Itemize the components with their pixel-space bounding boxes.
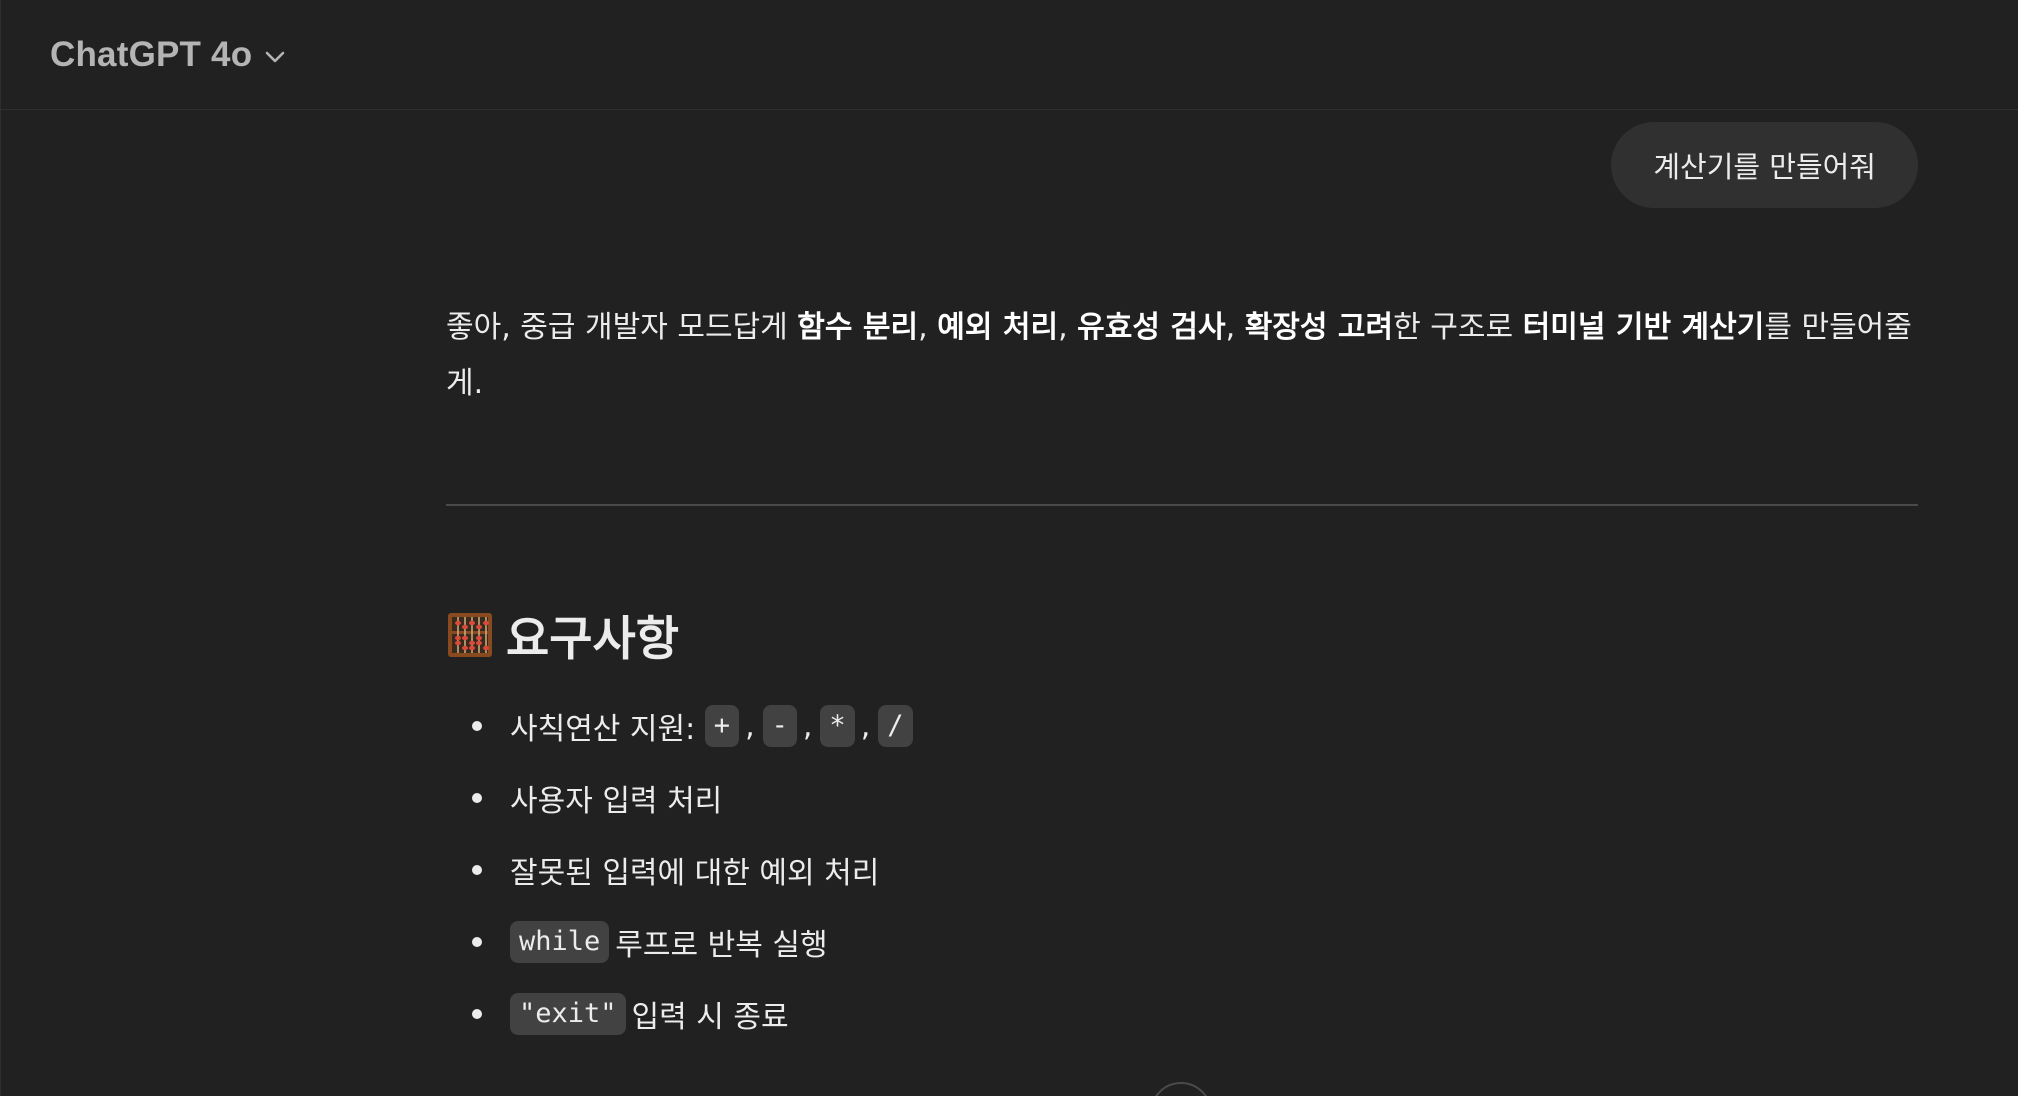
separator: , [860,708,871,744]
model-name: ChatGPT 4o [50,35,253,74]
intro-text-2: , [918,310,938,345]
intro-bold-3: 유효성 검사 [1077,310,1226,345]
bullet [472,865,482,875]
inline-code: / [878,705,913,747]
intro-text-3: , [1058,310,1078,345]
intro-text-5: 한 구조로 [1393,310,1523,345]
user-message-text: 계산기를 만들어줘 [1653,150,1876,184]
intro-bold-1: 함수 분리 [797,310,919,345]
intro-bold-4: 확장성 고려 [1244,310,1394,345]
inline-code: while [510,921,610,963]
bullet [472,1009,482,1019]
intro-text-1: 좋아, 중급 개발자 모드답게 [446,310,798,345]
bullet [472,721,482,731]
separator: , [802,708,813,744]
section-heading: 요구사항 [446,600,679,669]
inline-code: + [704,705,740,747]
intro-bold-5: 터미널 기반 계산기 [1522,310,1765,345]
list-item: 잘못된 입력에 대한 예외 처리 [446,834,919,906]
list-item-text: 입력 시 종료 [631,1000,789,1035]
inline-code: "exit" [510,993,626,1035]
list-item: 사용자 입력 처리 [446,762,919,834]
horizontal-rule [446,504,1918,506]
list-item-text: 루프로 반복 실행 [615,928,828,963]
chevron-down-icon [262,44,288,70]
bullet [472,793,482,803]
list-item: 사칙연산 지원: +, -, *, / [446,690,919,762]
chat-app: ChatGPT 4o 계산기를 만들어줘 좋아, 중급 개발자 모드답게 함수 … [0,0,2018,1096]
bullet [472,937,482,947]
intro-bold-2: 예외 처리 [937,310,1059,345]
inline-code: - [762,705,797,747]
top-bar: ChatGPT 4o [0,0,2018,110]
inline-code: * [820,705,855,747]
requirements-list: 사칙연산 지원: +, -, *, / 사용자 입력 처리 잘못된 입력에 대한 예외… [446,690,919,1050]
list-item-text: 잘못된 입력에 대한 예외 처리 [510,856,880,891]
list-item-text: 사용자 입력 처리 [510,784,723,819]
list-item-text: 사칙연산 지원: [510,712,696,747]
separator: , [745,708,755,744]
user-message-bubble: 계산기를 만들어줘 [1611,122,1918,208]
assistant-intro-paragraph: 좋아, 중급 개발자 모드답게 함수 분리, 예외 처리, 유효성 검사, 확장… [446,300,1918,412]
conversation: 계산기를 만들어줘 좋아, 중급 개발자 모드답게 함수 분리, 예외 처리, … [0,110,2018,1096]
abacus-icon [446,611,494,659]
list-item: "exit" 입력 시 종료 [446,978,919,1050]
list-item: while 루프로 반복 실행 [446,906,919,978]
intro-text-4: , [1225,310,1245,345]
model-selector-button[interactable]: ChatGPT 4o [38,26,300,84]
section-heading-text: 요구사항 [506,612,679,667]
